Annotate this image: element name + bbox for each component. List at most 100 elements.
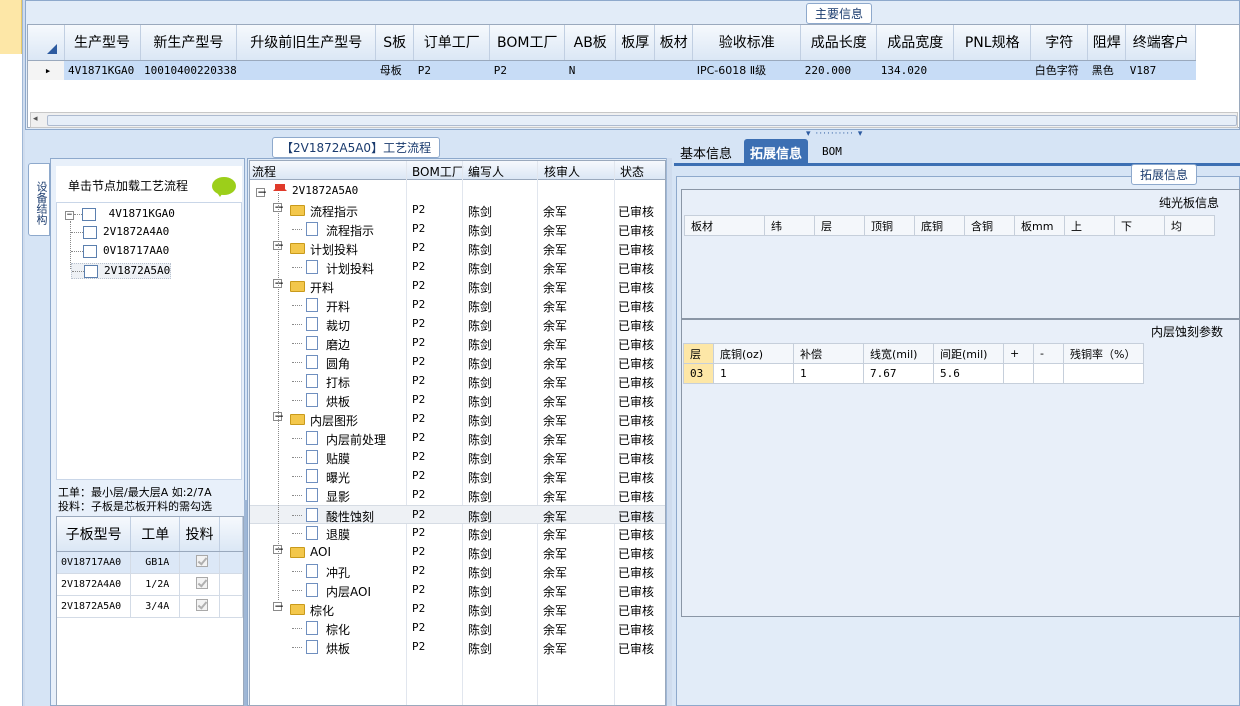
flow-group-row[interactable]: − 开料 P2 陈剑 余军 已审核 [250,277,665,296]
row-indicator[interactable]: ▸ [28,60,64,80]
table-row[interactable]: 2V1872A5A0 3/4A [57,595,243,618]
flow-group-row[interactable]: − 内层图形 P2 陈剑 余军 已审核 [250,410,665,429]
tree-root-node[interactable]: − 4V1871KGA0 [65,207,175,221]
table-row[interactable]: 0V18717AA0 GB1A [57,551,243,574]
feed-checkbox[interactable] [195,598,208,611]
col-header-7[interactable]: 板厚 [615,25,656,61]
pure-board-col-6[interactable]: 板mm [1014,215,1065,236]
etch-cell-3[interactable]: 7.67 [863,363,934,384]
tree-child-node[interactable]: 2V1872A5A0 [71,263,172,279]
flow-step-row[interactable]: 酸性蚀刻 P2 陈剑 余军 已审核 [250,505,665,524]
pure-board-col-8[interactable]: 下 [1114,215,1165,236]
main-info-cell-11[interactable]: 134.020 [876,60,954,80]
col-header-15[interactable]: 终端客户 [1125,25,1197,61]
flow-group-row[interactable]: − 棕化 P2 陈剑 余军 已审核 [250,600,665,619]
flow-group-row[interactable]: − 计划投料 P2 陈剑 余军 已审核 [250,239,665,258]
flow-step-row[interactable]: 裁切 P2 陈剑 余军 已审核 [250,315,665,334]
etch-cell-6[interactable] [1033,363,1064,384]
col-header-order[interactable]: 工单 [130,517,181,552]
pure-board-col-0[interactable]: 板材 [684,215,765,236]
flow-step-row[interactable]: 冲孔 P2 陈剑 余军 已审核 [250,562,665,581]
collapse-icon[interactable]: − [256,186,267,198]
main-info-cell-3[interactable]: 母板 [375,60,414,80]
etch-col-0[interactable]: 层 [683,343,714,364]
flow-step-row[interactable]: 圆角 P2 陈剑 余军 已审核 [250,353,665,372]
flow-step-row[interactable]: 打标 P2 陈剑 余军 已审核 [250,372,665,391]
etch-cell-2[interactable]: 1 [793,363,864,384]
main-info-cell-7[interactable] [615,60,655,80]
etch-cell-7[interactable] [1063,363,1144,384]
main-info-cell-5[interactable]: P2 [489,60,565,80]
etch-cell-1[interactable]: 1 [713,363,794,384]
flow-group-row[interactable]: − 流程指示 P2 陈剑 余军 已审核 [250,201,665,220]
main-info-cell-14[interactable]: 黑色 [1087,60,1126,80]
flow-step-row[interactable]: 开料 P2 陈剑 余军 已审核 [250,296,665,315]
flow-group-row[interactable]: − AOI P2 陈剑 余军 已审核 [250,543,665,562]
flow-step-row[interactable]: 计划投料 P2 陈剑 余军 已审核 [250,258,665,277]
flow-step-row[interactable]: 曝光 P2 陈剑 余军 已审核 [250,467,665,486]
col-header-12[interactable]: PNL规格 [953,25,1032,61]
collapse-icon[interactable]: − [65,211,74,220]
main-info-cell-13[interactable]: 白色字符 [1030,60,1088,80]
device-structure-tab[interactable]: 设备结构 [28,163,50,236]
etch-col-2[interactable]: 补偿 [793,343,864,364]
pure-board-col-7[interactable]: 上 [1064,215,1115,236]
main-info-cell-4[interactable]: P2 [413,60,490,80]
hscroll-thumb[interactable] [47,115,1237,126]
main-info-cell-15[interactable]: V187 [1125,60,1196,80]
col-header-11[interactable]: 成品宽度 [876,25,955,61]
main-info-cell-2[interactable] [236,60,376,80]
order-cell[interactable]: 1/2A [130,573,181,596]
col-header-0[interactable]: 生产型号 [64,25,141,61]
etch-cell-5[interactable] [1003,363,1034,384]
tab-bom[interactable]: BOM [816,141,848,165]
etch-col-6[interactable]: - [1033,343,1064,364]
col-header-3[interactable]: S板 [375,25,415,61]
tree-child-node[interactable]: 2V1872A4A0 [71,225,169,239]
tree-child-node[interactable]: 0V18717AA0 [71,244,169,258]
pure-board-col-9[interactable]: 均 [1164,215,1215,236]
etch-col-4[interactable]: 间距(mil) [933,343,1004,364]
main-info-cell-10[interactable]: 220.000 [800,60,877,80]
main-info-cell-1[interactable]: 10010400220338 [140,60,237,80]
sub-model-cell[interactable]: 2V1872A5A0 [57,595,132,618]
etch-col-3[interactable]: 线宽(mil) [863,343,934,364]
flow-step-row[interactable]: 显影 P2 陈剑 余军 已审核 [250,486,665,505]
pure-board-col-2[interactable]: 层 [814,215,865,236]
collapse-icon[interactable]: − [273,600,284,612]
col-header-reviewer[interactable]: 核审人 [544,163,580,180]
main-info-cell-12[interactable] [953,60,1031,80]
pure-board-col-4[interactable]: 底铜 [914,215,965,236]
flow-step-row[interactable]: 贴膜 P2 陈剑 余军 已审核 [250,448,665,467]
col-header-status[interactable]: 状态 [620,163,644,180]
pure-board-col-5[interactable]: 含铜 [964,215,1015,236]
feed-checkbox[interactable] [195,576,208,589]
col-header-5[interactable]: BOM工厂 [489,25,566,61]
tab-basic-info[interactable]: 基本信息 [674,139,738,163]
col-header-bom[interactable]: BOM工厂 [412,163,464,180]
flow-step-row[interactable]: 退膜 P2 陈剑 余军 已审核 [250,524,665,543]
sub-model-cell[interactable]: 2V1872A4A0 [57,573,132,596]
feed-checkbox-cell[interactable] [179,595,220,618]
pure-board-col-1[interactable]: 纬 [764,215,815,236]
col-header-6[interactable]: AB板 [564,25,617,61]
col-header-14[interactable]: 阻焊 [1087,25,1127,61]
col-header-4[interactable]: 订单工厂 [413,25,491,61]
scroll-left-arrow-icon[interactable]: ◂ [33,114,38,124]
col-header-10[interactable]: 成品长度 [800,25,878,61]
col-header-9[interactable]: 验收标准 [692,25,802,61]
flow-root-row[interactable]: − 2V1872A5A0 [250,182,665,201]
col-header-feed[interactable]: 投料 [179,517,220,552]
order-cell[interactable]: 3/4A [130,595,181,618]
pure-board-col-3[interactable]: 顶铜 [864,215,915,236]
flow-step-row[interactable]: 烘板 P2 陈剑 余军 已审核 [250,638,665,657]
feed-checkbox-cell[interactable] [179,573,220,596]
sub-model-cell[interactable]: 0V18717AA0 [57,551,132,574]
order-cell[interactable]: GB1A [130,551,181,574]
etch-cell-0[interactable]: 03 [683,363,714,384]
main-info-cell-0[interactable]: 4V1871KGA0 [64,60,140,80]
etch-col-5[interactable]: + [1003,343,1034,364]
flow-step-row[interactable]: 烘板 P2 陈剑 余军 已审核 [250,391,665,410]
main-info-cell-9[interactable]: IPC-6018 Ⅱ级 [692,60,801,80]
col-header-sub-model[interactable]: 子板型号 [57,517,132,552]
